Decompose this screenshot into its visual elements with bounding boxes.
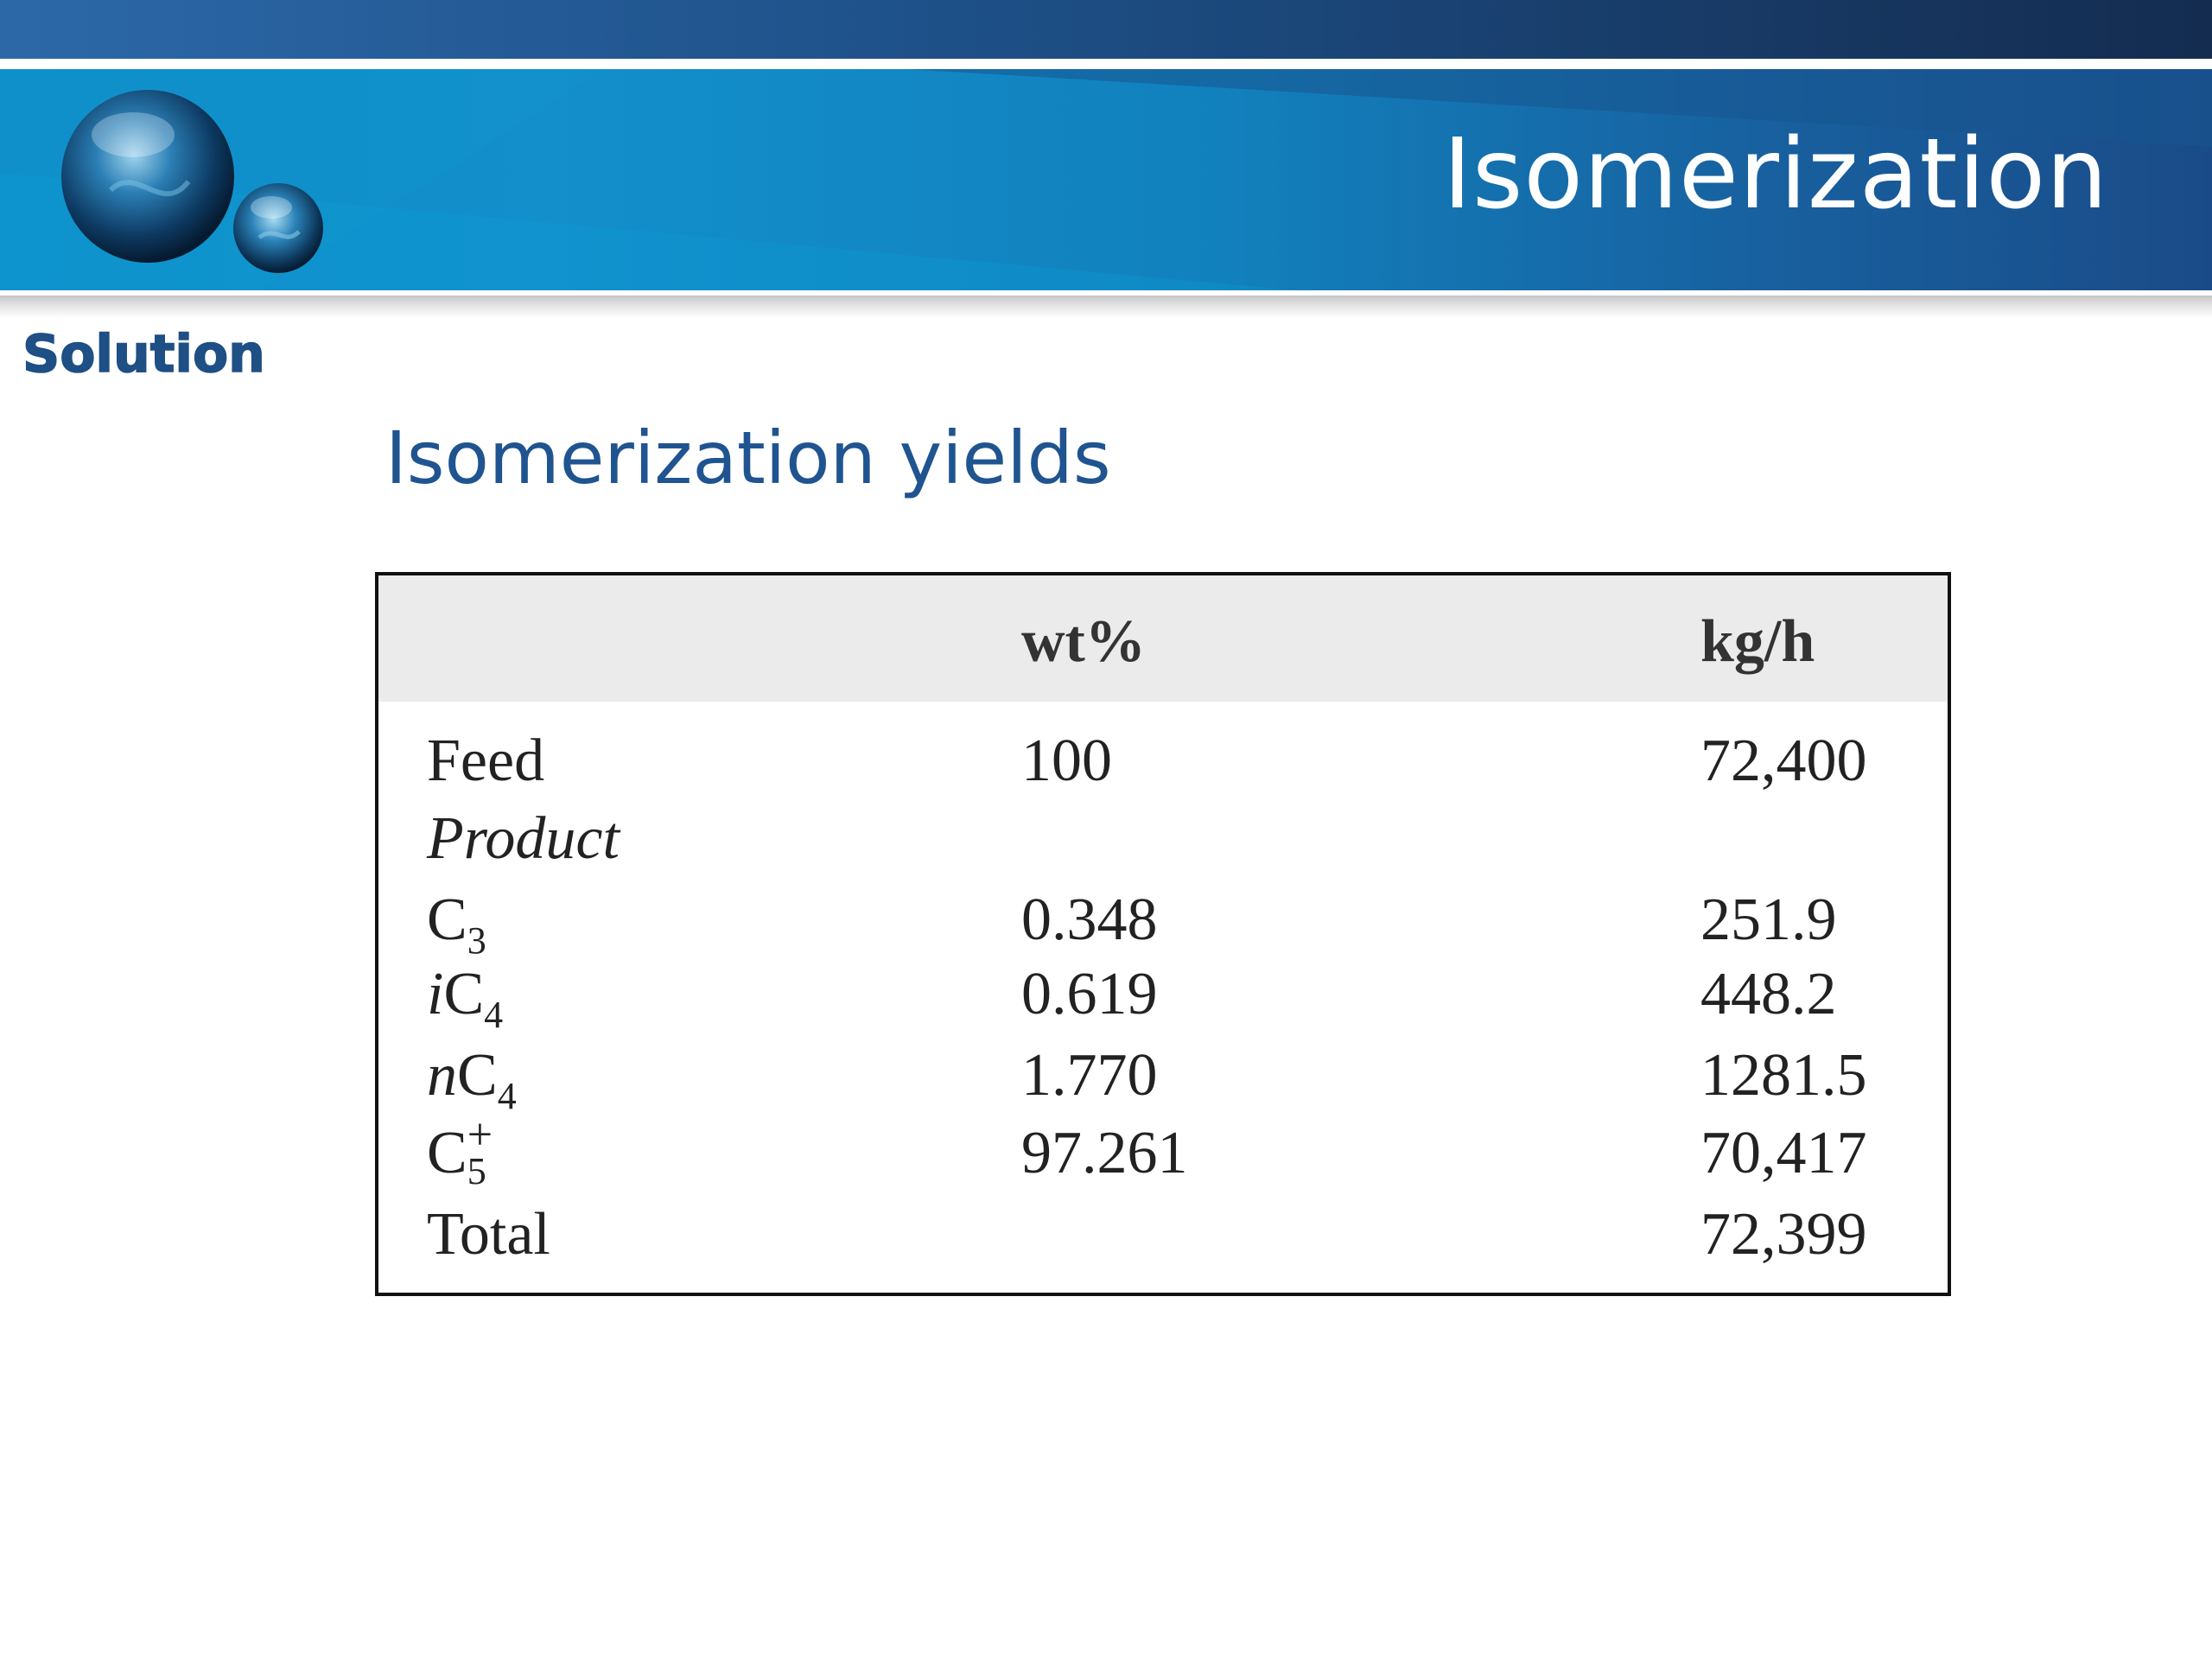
ic4-base: C	[443, 961, 485, 1027]
row-label-feed: Feed	[427, 728, 545, 794]
nc4-base: C	[457, 1042, 498, 1109]
slide-title: Isomerization	[1442, 118, 2108, 231]
c5-subscript: 5	[467, 1150, 486, 1192]
c5-base: C	[427, 1120, 467, 1186]
c3-kg-value: 251.9	[1700, 887, 1837, 953]
c3-base: C	[427, 887, 467, 953]
nc4-prefix: n	[427, 1042, 457, 1109]
c5-plus-kg-value: 70,417	[1700, 1120, 1867, 1186]
row-label-c3: C3	[427, 887, 486, 960]
c3-subscript: 3	[467, 919, 486, 962]
ic4-kg-value: 448.2	[1700, 961, 1837, 1027]
nc4-wt-value: 1.770	[1021, 1042, 1158, 1109]
row-label-total: Total	[427, 1201, 550, 1268]
top-gap	[0, 59, 2212, 69]
c5-sup-sub: +5	[467, 1113, 499, 1191]
top-strip	[0, 0, 2212, 59]
row-label-product: Product	[427, 805, 620, 872]
feed-wt-value: 100	[1021, 728, 1112, 794]
row-label-nc4: nC4	[427, 1046, 517, 1116]
row-label-ic4: iC4	[427, 961, 503, 1034]
sphere-logo-icon	[61, 90, 323, 273]
nc4-subscript: 4	[497, 1075, 517, 1117]
total-kg-value: 72,399	[1700, 1201, 1867, 1268]
section-label: Solution	[22, 324, 265, 385]
feed-kg-value: 72,400	[1700, 728, 1867, 794]
nc4-kg-value: 1281.5	[1700, 1042, 1867, 1109]
ic4-subscript: 4	[484, 994, 504, 1036]
yields-table: wt% kg/h Feed 100 72,400 Product C3 0.34…	[375, 572, 1951, 1296]
column-header-wt-percent: wt%	[1021, 608, 1146, 675]
content-heading: Isomerization yields	[385, 416, 1111, 500]
column-header-kg-per-hour: kg/h	[1700, 608, 1815, 675]
header-divider-shadow	[0, 296, 2212, 318]
ic4-wt-value: 0.619	[1021, 961, 1158, 1027]
c3-wt-value: 0.348	[1021, 887, 1158, 953]
c5-plus-wt-value: 97.261	[1021, 1120, 1188, 1186]
row-label-c5-plus: C +5	[427, 1113, 499, 1191]
ic4-prefix: i	[427, 961, 444, 1027]
